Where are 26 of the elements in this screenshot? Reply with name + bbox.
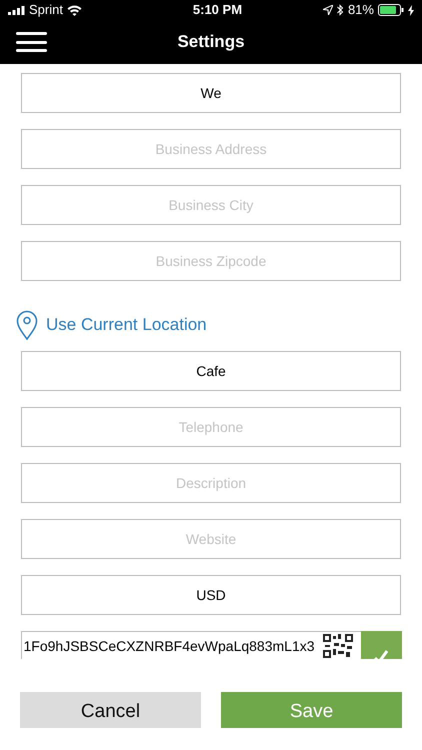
- bluetooth-icon: [336, 4, 344, 16]
- signal-icon: [8, 6, 25, 14]
- menu-button[interactable]: [16, 32, 47, 52]
- text-field[interactable]: Description: [21, 463, 401, 503]
- wallet-address-field[interactable]: 1Fo9hJSBSCeCXZNRBF4evWpaLq883mL1x3: [20, 631, 360, 659]
- text-field[interactable]: Business Address: [21, 129, 401, 169]
- text-field[interactable]: Cafe: [21, 351, 401, 391]
- wifi-icon: [66, 4, 82, 16]
- qr-code-icon[interactable]: [322, 634, 352, 658]
- location-arrow-icon: [322, 5, 333, 15]
- clock-time: 5:10 PM: [192, 1, 242, 20]
- cancel-button[interactable]: Cancel: [20, 692, 201, 728]
- battery-icon: [378, 4, 404, 16]
- charging-icon: [408, 4, 414, 16]
- text-field[interactable]: Telephone: [21, 407, 401, 447]
- confirm-checkbox[interactable]: [360, 631, 402, 659]
- text-field[interactable]: Business Zipcode: [21, 241, 401, 281]
- text-field[interactable]: USD: [21, 575, 401, 615]
- screen-title: Settings: [177, 32, 245, 51]
- carrier-name: Sprint: [29, 1, 63, 20]
- map-pin-icon[interactable]: [16, 310, 38, 340]
- use-current-location-link[interactable]: Use Current Location: [46, 312, 207, 338]
- battery-percentage: 81%: [348, 1, 374, 20]
- text-field[interactable]: Website: [21, 519, 401, 559]
- text-field[interactable]: We: [21, 73, 401, 113]
- text-field[interactable]: Business City: [21, 185, 401, 225]
